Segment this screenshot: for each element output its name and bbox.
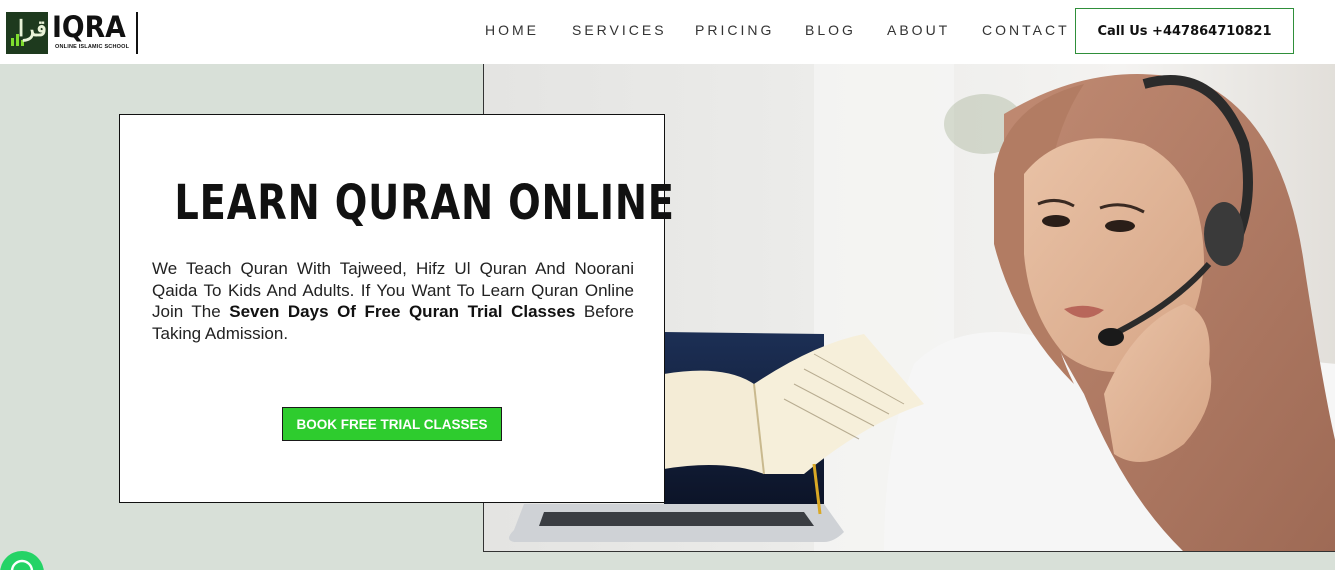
logo-title: IQRA xyxy=(52,10,126,44)
nav-item-blog[interactable]: BLOG xyxy=(805,22,856,38)
call-us-button[interactable]: Call Us +447864710821 xyxy=(1075,8,1294,54)
nav-item-contact[interactable]: CONTACT xyxy=(982,22,1070,38)
nav-item-home[interactable]: HOME xyxy=(485,22,539,38)
logo-tagline: ONLINE ISLAMIC SCHOOL xyxy=(55,44,130,50)
nav-item-services[interactable]: SERVICES xyxy=(572,22,667,38)
hero-description: We Teach Quran With Tajweed, Hifz Ul Qur… xyxy=(152,258,634,344)
logo-glyph: اقرا xyxy=(18,16,48,42)
hero-card: LEARN QURAN ONLINE We Teach Quran With T… xyxy=(119,114,675,503)
book-trial-button[interactable]: BOOK FREE TRIAL CLASSES xyxy=(282,407,502,441)
hero-title: LEARN QURAN ONLINE xyxy=(174,175,675,231)
site-header: اقرا IQRA ONLINE ISLAMIC SCHOOL HOME SER… xyxy=(0,0,1335,64)
logo-divider xyxy=(136,12,139,54)
logo[interactable]: اقرا IQRA ONLINE ISLAMIC SCHOOL xyxy=(6,10,139,54)
whatsapp-icon xyxy=(10,559,34,570)
logo-mark-icon: اقرا xyxy=(6,12,48,54)
whatsapp-button[interactable] xyxy=(0,551,44,570)
hero-desc-highlight: Seven Days Of Free Quran Trial Classes xyxy=(229,302,576,321)
nav-item-about[interactable]: ABOUT xyxy=(887,22,950,38)
nav-item-pricing[interactable]: PRICING xyxy=(695,22,774,38)
